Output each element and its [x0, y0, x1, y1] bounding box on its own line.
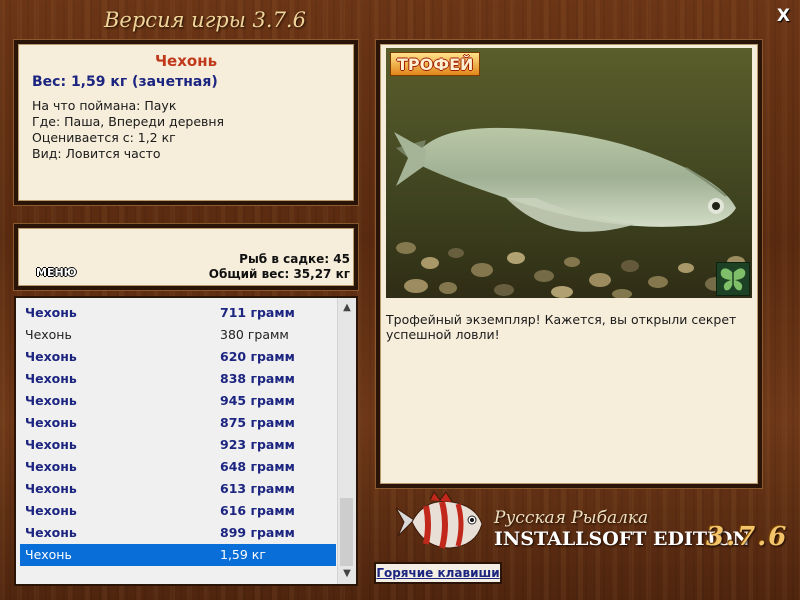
fish-illustration	[386, 48, 752, 298]
menu-button[interactable]: МЕНЮ	[36, 266, 77, 279]
catch-row-fish-name: Чехонь	[25, 547, 72, 562]
trophy-caption: Трофейный экземпляр! Кажется, вы открыли…	[386, 312, 737, 342]
fish-info-panel: Чехонь Вес: 1,59 кг (зачетная) На что по…	[14, 40, 358, 205]
scrollbar-thumb[interactable]	[340, 498, 353, 566]
catch-list-row[interactable]: Чехонь 620 грамм	[20, 346, 336, 368]
logo-fish-graphic	[395, 491, 483, 549]
catch-row-weight: 613 грамм	[220, 481, 295, 496]
scrollbar[interactable]: ▲ ▼	[337, 298, 356, 584]
catch-row-fish-name: Чехонь	[25, 437, 77, 452]
min-weight-line: Оценивается с: 1,2 кг	[32, 130, 176, 145]
catch-row-fish-name: Чехонь	[25, 305, 77, 320]
catch-list-row[interactable]: Чехонь 1,59 кг	[20, 544, 336, 566]
catch-row-fish-name: Чехонь	[25, 525, 77, 540]
catch-list-row[interactable]: Чехонь 923 грамм	[20, 434, 336, 456]
butterfly-icon[interactable]	[716, 262, 750, 296]
bait-line: На что поймана: Паук	[32, 98, 177, 113]
catch-row-fish-name: Чехонь	[25, 503, 77, 518]
catch-row-weight: 899 грамм	[220, 525, 295, 540]
fish-count: Рыб в садке: 45	[239, 252, 350, 266]
catch-row-fish-name: Чехонь	[25, 415, 77, 430]
photo-panel: ТРОФЕЙ Трофейный экземпляр! Кажется, вы …	[376, 40, 762, 488]
fish-weight: Вес: 1,59 кг (зачетная)	[32, 74, 218, 90]
scroll-down-arrow-icon[interactable]: ▼	[338, 565, 356, 583]
catch-list-row[interactable]: Чехонь 648 грамм	[20, 456, 336, 478]
brand-title: Русская Рыбалка	[494, 508, 649, 528]
close-button[interactable]: X	[777, 6, 790, 26]
catch-row-weight: 945 грамм	[220, 393, 295, 408]
catch-list-row[interactable]: Чехонь 616 грамм	[20, 500, 336, 522]
logo-fish-icon	[390, 490, 490, 562]
catch-list-row[interactable]: Чехонь 838 грамм	[20, 368, 336, 390]
catch-list-row[interactable]: Чехонь 613 грамм	[20, 478, 336, 500]
catch-list-row[interactable]: Чехонь 711 грамм	[20, 302, 336, 324]
catch-list[interactable]: Чехонь 711 грамм Чехонь 380 грамм Чехонь 620 …	[14, 296, 358, 586]
window-title: Версия игры 3.7.6	[104, 8, 306, 32]
catch-row-weight: 711 грамм	[220, 305, 295, 320]
catch-row-weight: 1,59 кг	[220, 547, 266, 562]
cage-panel: МЕНЮ Рыб в садке: 45 Общий вес: 35,27 кг	[14, 224, 358, 290]
butterfly-glyph	[720, 268, 746, 291]
cage-stats: Рыб в садке: 45 Общий вес: 35,27 кг	[209, 252, 350, 282]
total-weight: Общий вес: 35,27 кг	[208, 267, 350, 281]
trophy-badge: ТРОФЕЙ	[390, 52, 481, 76]
scroll-up-arrow-icon[interactable]: ▲	[338, 299, 356, 317]
catch-list-row[interactable]: Чехонь 899 грамм	[20, 522, 336, 544]
catch-list-row[interactable]: Чехонь 875 грамм	[20, 412, 336, 434]
fish-name: Чехонь	[154, 52, 218, 70]
catch-row-weight: 923 грамм	[220, 437, 295, 452]
catch-row-fish-name: Чехонь	[25, 371, 77, 386]
catch-row-fish-name: Чехонь	[25, 327, 72, 342]
catch-list-row[interactable]: Чехонь 380 грамм	[20, 324, 336, 346]
catch-row-fish-name: Чехонь	[25, 481, 77, 496]
fish-photo: ТРОФЕЙ	[386, 48, 752, 298]
catch-row-weight: 620 грамм	[220, 349, 295, 364]
catch-row-fish-name: Чехонь	[25, 349, 77, 364]
hotkeys-button[interactable]: Горячие клавиши	[374, 562, 502, 584]
catch-row-fish-name: Чехонь	[25, 393, 77, 408]
catch-row-weight: 648 грамм	[220, 459, 295, 474]
catch-row-weight: 875 грамм	[220, 415, 295, 430]
frequency-line: Вид: Ловится часто	[32, 146, 161, 161]
brand-version: 3.7.6	[706, 522, 789, 552]
catch-row-weight: 380 грамм	[220, 327, 289, 342]
game-window: Версия игры 3.7.6 X Чехонь Вес: 1,59 кг …	[0, 0, 800, 600]
catch-row-weight: 616 грамм	[220, 503, 295, 518]
catch-list-rows: Чехонь 711 грамм Чехонь 380 грамм Чехонь 620 …	[20, 302, 336, 566]
catch-row-fish-name: Чехонь	[25, 459, 77, 474]
location-line: Где: Паша, Впереди деревня	[32, 114, 225, 129]
catch-row-weight: 838 грамм	[220, 371, 295, 386]
catch-list-row[interactable]: Чехонь 945 грамм	[20, 390, 336, 412]
